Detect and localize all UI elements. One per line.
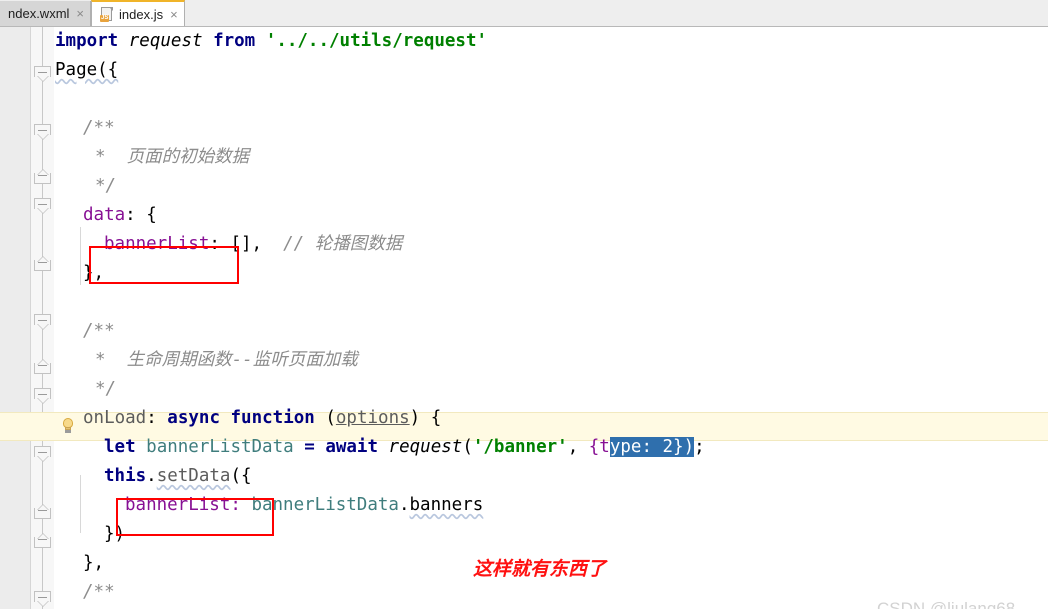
fold-marker-collapse-comment-2[interactable] xyxy=(34,314,51,330)
token-comment-star: * xyxy=(95,147,106,167)
token-comment-banner-data: // 轮播图数据 xyxy=(283,234,403,254)
token-close-onload: }, xyxy=(83,553,105,573)
token-dot: . xyxy=(398,495,410,515)
annotation-note: 这样就有东西了 xyxy=(473,558,607,580)
code-line-5[interactable]: * 页面的初始数据 xyxy=(55,143,249,172)
token-colon: : xyxy=(146,408,168,428)
token-comment-close: */ xyxy=(95,379,117,399)
token-empty-array: [], xyxy=(219,234,263,254)
token-string-banner-endpoint: '/banner' xyxy=(472,437,568,457)
fold-marker-collapse-comment-3[interactable] xyxy=(34,591,51,607)
token-comma: , xyxy=(567,437,589,457)
token-paren-open: ( xyxy=(462,437,473,457)
tab-label: index.js xyxy=(119,6,164,22)
token-comment-open: /** xyxy=(83,118,115,138)
token-keyword-await: await xyxy=(325,437,378,457)
token-keyword-let: let xyxy=(104,437,136,457)
fold-marker-end-setdata[interactable] xyxy=(34,503,51,519)
watermark-text: CSDN @liulang68 xyxy=(877,599,1016,609)
code-line-1[interactable]: import request from '../../utils/request… xyxy=(55,27,487,56)
fold-marker-end-onload[interactable] xyxy=(34,532,51,548)
code-line-7[interactable]: data: { xyxy=(55,201,157,230)
token-comment-star: * xyxy=(95,350,106,370)
token-variable-bannerlistdata: bannerListData xyxy=(251,495,399,515)
fold-marker-end-comment-1[interactable] xyxy=(34,168,51,184)
token-keyword-this: this xyxy=(104,466,147,486)
token-dot: . xyxy=(146,466,157,486)
fold-marker-collapse-data[interactable] xyxy=(34,198,51,214)
token-call-request: request xyxy=(388,437,463,457)
token-close-setdata: }) xyxy=(104,524,126,544)
editor-tab-bar: ndex.wxml × JS index.js × xyxy=(0,0,1048,27)
token-close-data: }, xyxy=(83,263,105,283)
token-property-data: data xyxy=(83,205,126,225)
code-line-14[interactable]: onLoad: async function (options) { xyxy=(55,404,441,433)
token-keyword-async-function: async function xyxy=(167,408,315,428)
token-comment-close: */ xyxy=(95,176,117,196)
token-keyword-from: from xyxy=(213,31,256,51)
token-call-open: ({ xyxy=(230,466,252,486)
token-method-setdata: setData xyxy=(156,466,231,486)
token-object-start: {t xyxy=(588,437,610,457)
code-line-16[interactable]: this.setData({ xyxy=(55,462,252,491)
tab-index-js[interactable]: JS index.js × xyxy=(91,0,185,26)
token-comment-text-data: 页面的初始数据 xyxy=(126,147,250,167)
token-operator-assign: = xyxy=(304,437,315,457)
tab-label: ndex.wxml xyxy=(8,6,70,21)
code-line-19[interactable]: }, xyxy=(55,549,104,578)
code-line-21[interactable]: /** xyxy=(55,578,115,607)
tab-index-wxml[interactable]: ndex.wxml × xyxy=(0,1,92,26)
code-line-6[interactable]: */ xyxy=(55,172,116,201)
token-brace-open: : { xyxy=(125,205,157,225)
code-line-15[interactable]: let bannerListData = await request('/ban… xyxy=(55,433,705,462)
tab-strip-empty-area xyxy=(184,1,1048,26)
code-line-17[interactable]: bannerList: bannerListData.banners xyxy=(55,491,483,520)
code-line-18[interactable]: }) xyxy=(55,520,125,549)
token-comment-open: /** xyxy=(83,582,115,602)
fold-marker-collapse-setdata[interactable] xyxy=(34,446,51,462)
code-line-4[interactable]: /** xyxy=(55,114,115,143)
token-page-call: Page({ xyxy=(55,60,119,80)
code-editor[interactable]: import request from '../../utils/request… xyxy=(0,27,1048,609)
close-icon[interactable]: × xyxy=(74,7,84,20)
token-paren-close: ) { xyxy=(409,408,442,428)
code-line-13[interactable]: */ xyxy=(55,375,116,404)
fold-marker-collapse-onload[interactable] xyxy=(34,388,51,404)
fold-marker-collapse-page[interactable] xyxy=(34,66,51,82)
token-string-module-path: '../../utils/request' xyxy=(265,31,488,51)
token-identifier-request: request xyxy=(128,31,203,51)
token-paren-open: ( xyxy=(314,408,336,428)
token-comment-open: /** xyxy=(83,321,115,341)
token-property-bannerlist: bannerList: xyxy=(125,495,241,515)
code-content[interactable]: import request from '../../utils/request… xyxy=(55,27,1048,609)
fold-marker-end-comment-2[interactable] xyxy=(34,358,51,374)
token-property-bannerlist: bannerList xyxy=(104,234,210,254)
token-property-banners: banners xyxy=(409,495,484,515)
close-icon[interactable]: × xyxy=(168,8,178,21)
editor-gutter[interactable] xyxy=(0,27,31,609)
code-line-9[interactable]: }, xyxy=(55,259,104,288)
editor-window: ndex.wxml × JS index.js × import request… xyxy=(0,0,1048,609)
code-line-12[interactable]: * 生命周期函数--监听页面加载 xyxy=(55,346,358,375)
token-semicolon: ; xyxy=(694,437,705,457)
fold-marker-collapse-comment-1[interactable] xyxy=(34,124,51,140)
js-file-icon: JS xyxy=(100,6,114,22)
token-comment-text-lifecycle: 生命周期函数--监听页面加载 xyxy=(126,350,358,370)
token-property-onload: onLoad xyxy=(83,408,147,428)
selected-text[interactable]: ype: 2}) xyxy=(609,437,695,457)
code-line-8[interactable]: bannerList: [], // 轮播图数据 xyxy=(55,230,402,259)
token-keyword-import: import xyxy=(55,31,119,51)
token-param-options: options xyxy=(335,408,410,428)
fold-marker-end-data[interactable] xyxy=(34,255,51,271)
code-line-11[interactable]: /** xyxy=(55,317,115,346)
code-line-2[interactable]: Page({ xyxy=(55,56,118,85)
token-colon: : xyxy=(209,234,220,254)
token-variable-bannerlistdata: bannerListData xyxy=(146,437,294,457)
